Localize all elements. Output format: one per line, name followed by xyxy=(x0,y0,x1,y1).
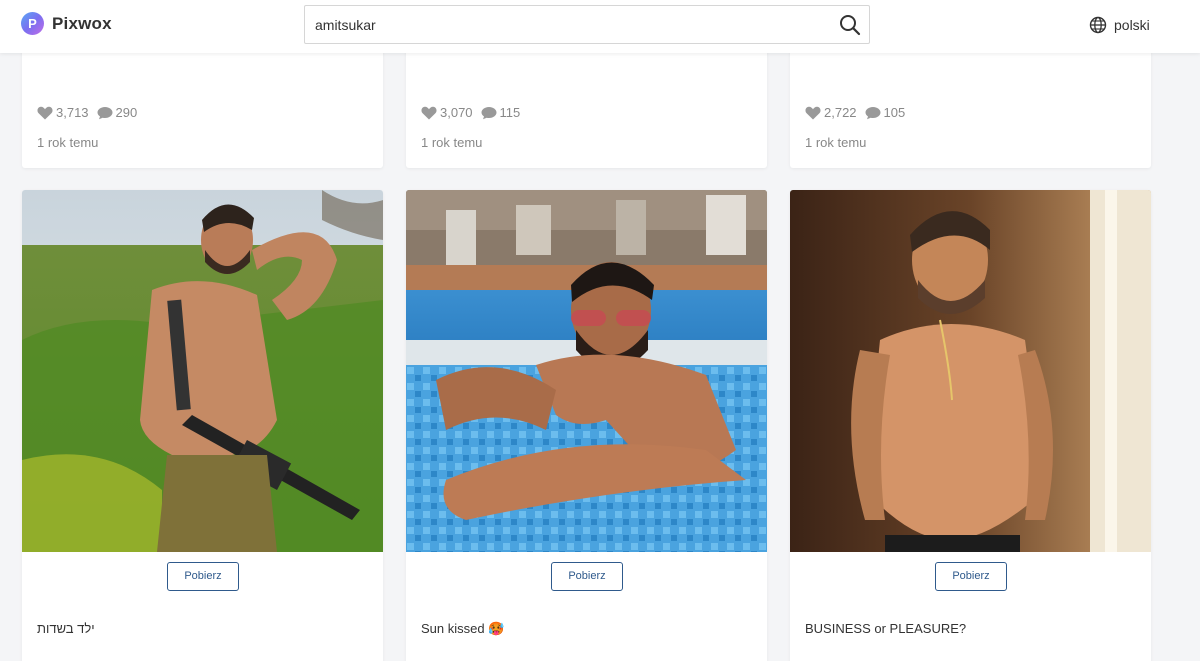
post-caption: ילד בשדות xyxy=(37,621,95,636)
post-photo[interactable] xyxy=(790,190,1151,552)
post-card: Pobierz BUSINESS or PLEASURE? xyxy=(790,190,1151,661)
language-label: polski xyxy=(1114,17,1150,33)
search-icon xyxy=(840,15,861,36)
post-stats: 3,070 115 xyxy=(421,105,528,120)
heart-icon xyxy=(805,106,821,119)
logo-badge: P xyxy=(21,12,44,35)
download-button[interactable]: Pobierz xyxy=(935,562,1007,591)
post-time: 1 rok temu xyxy=(805,135,867,150)
post-stats: 3,713 290 xyxy=(37,105,145,120)
comments-count: 290 xyxy=(115,105,138,120)
download-button[interactable]: Pobierz xyxy=(551,562,623,591)
top-bar: P Pixwox polski xyxy=(0,0,1200,53)
comments-count: 115 xyxy=(499,105,521,120)
post-photo[interactable] xyxy=(22,190,383,552)
globe-icon xyxy=(1089,16,1107,34)
post-card-stats: 2,722 105 1 rok temu xyxy=(790,50,1151,168)
post-caption: BUSINESS or PLEASURE? xyxy=(805,621,967,636)
post-caption: Sun kissed 🥵 xyxy=(421,621,505,636)
likes-count: 3,070 xyxy=(440,105,473,120)
comment-icon xyxy=(481,106,497,119)
comment-icon xyxy=(97,106,113,119)
post-card-stats: 3,713 290 1 rok temu xyxy=(22,50,383,168)
likes-count: 3,713 xyxy=(56,105,89,120)
search-button[interactable] xyxy=(839,14,861,36)
post-card-stats: 3,070 115 1 rok temu xyxy=(406,50,767,168)
post-card: Pobierz ילד בשדות xyxy=(22,190,383,661)
download-button[interactable]: Pobierz xyxy=(167,562,239,591)
comments-count: 105 xyxy=(883,105,906,120)
logo[interactable]: P Pixwox xyxy=(21,12,112,35)
likes-count: 2,722 xyxy=(824,105,857,120)
post-time: 1 rok temu xyxy=(421,135,483,150)
post-time: 1 rok temu xyxy=(37,135,99,150)
post-photo[interactable] xyxy=(406,190,767,552)
comment-icon xyxy=(865,106,881,119)
language-selector[interactable]: polski xyxy=(1089,16,1150,34)
search-box xyxy=(304,5,870,44)
logo-text: Pixwox xyxy=(52,13,112,33)
heart-icon xyxy=(421,106,437,119)
heart-icon xyxy=(37,106,53,119)
search-input[interactable] xyxy=(305,6,825,43)
post-stats: 2,722 105 xyxy=(805,105,913,120)
post-card: Pobierz Sun kissed 🥵 xyxy=(406,190,767,661)
